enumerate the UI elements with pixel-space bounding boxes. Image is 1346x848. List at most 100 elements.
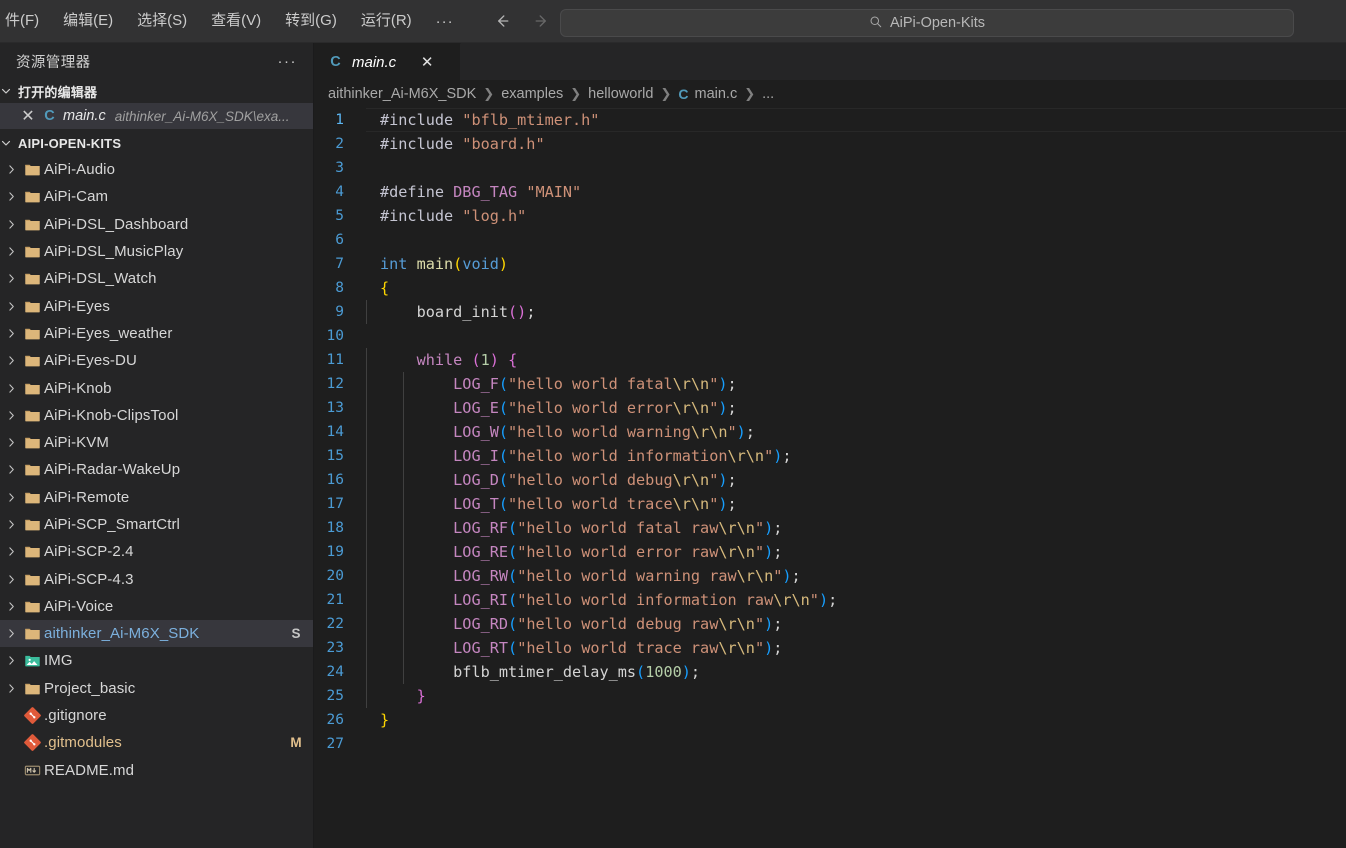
tree-item-aipi-eyes-weather[interactable]: AiPi-Eyes_weather xyxy=(0,320,313,347)
code-line[interactable]: 19 LOG_RE("hello world error raw\r\n"); xyxy=(314,540,1346,564)
code-line[interactable]: 24 bflb_mtimer_delay_ms(1000); xyxy=(314,660,1346,684)
vscode-window: 件(F) 编辑(E) 选择(S) 查看(V) 转到(G) 运行(R) ··· A… xyxy=(0,0,1346,848)
tree-item-img[interactable]: IMG xyxy=(0,647,313,674)
code-line[interactable]: 3 xyxy=(314,156,1346,180)
breadcrumb-item[interactable]: helloworld xyxy=(588,86,653,102)
folder-icon xyxy=(20,352,44,369)
tree-item-label: AiPi-Knob-ClipsTool xyxy=(44,406,179,424)
tree-item-aipi-eyes-du[interactable]: AiPi-Eyes-DU xyxy=(0,347,313,374)
breadcrumb-item[interactable]: ... xyxy=(762,86,774,102)
menu-overflow-icon[interactable]: ··· xyxy=(424,11,466,32)
code-token: \r\n xyxy=(773,591,810,609)
code-line[interactable]: 20 LOG_RW("hello world warning raw\r\n")… xyxy=(314,564,1346,588)
line-content: LOG_T("hello world trace\r\n"); xyxy=(366,492,737,516)
code-line[interactable]: 5 #include "log.h" xyxy=(314,204,1346,228)
code-token: \r\n xyxy=(718,639,755,657)
explorer-title: 资源管理器 xyxy=(16,54,91,71)
tab-close-icon[interactable]: ✕ xyxy=(417,53,437,71)
breadcrumb-item[interactable]: aithinker_Ai-M6X_SDK xyxy=(328,86,476,102)
menu-item-run[interactable]: 运行(R) xyxy=(350,7,423,35)
folder-icon xyxy=(20,216,44,233)
tree-item-aipi-dsl-watch[interactable]: AiPi-DSL_Watch xyxy=(0,265,313,292)
code-line[interactable]: 7 int main(void) xyxy=(314,252,1346,276)
arrow-left-icon[interactable] xyxy=(490,10,512,32)
tree-item-readme-md[interactable]: README.md xyxy=(0,757,313,784)
code-line[interactable]: 9 board_init(); xyxy=(314,300,1346,324)
code-line[interactable]: 23 LOG_RT("hello world trace raw\r\n"); xyxy=(314,636,1346,660)
code-token: ) xyxy=(773,447,783,465)
tree-item-project-basic[interactable]: Project_basic xyxy=(0,675,313,702)
line-content: LOG_RE("hello world error raw\r\n"); xyxy=(366,540,782,564)
breadcrumb-item[interactable]: examples xyxy=(501,86,563,102)
tree-item-aipi-knob-clipstool[interactable]: AiPi-Knob-ClipsTool xyxy=(0,402,313,429)
tree-item-aipi-knob[interactable]: AiPi-Knob xyxy=(0,374,313,401)
code-line[interactable]: 6 xyxy=(314,228,1346,252)
code-line[interactable]: 21 LOG_RI("hello world information raw\r… xyxy=(314,588,1346,612)
code-token: ) xyxy=(764,519,774,537)
tree-item-label: AiPi-Eyes xyxy=(44,297,110,315)
tree-item-gitmodules[interactable]: .gitmodules M xyxy=(0,729,313,756)
tree-item-aithinker-ai-m6x-sdk[interactable]: aithinker_Ai-M6X_SDK S xyxy=(0,620,313,648)
code-token: ( xyxy=(498,447,509,465)
tree-item-aipi-remote[interactable]: AiPi-Remote xyxy=(0,484,313,511)
tree-item-aipi-eyes[interactable]: AiPi-Eyes xyxy=(0,292,313,319)
breadcrumb-item[interactable]: main.c xyxy=(695,86,738,102)
menu-item-view[interactable]: 查看(V) xyxy=(200,7,272,35)
menu-item-selection[interactable]: 选择(S) xyxy=(126,7,198,35)
code-line[interactable]: 1 #include "bflb_mtimer.h" xyxy=(314,108,1346,132)
line-number: 2 xyxy=(335,136,344,152)
close-icon[interactable]: ✕ xyxy=(20,108,36,125)
code-token: ; xyxy=(773,519,783,537)
tree-item-aipi-kvm[interactable]: AiPi-KVM xyxy=(0,429,313,456)
code-token: ; xyxy=(828,591,838,609)
code-line[interactable]: 12 LOG_F("hello world fatal\r\n"); xyxy=(314,372,1346,396)
tree-item-aipi-scp-2-4[interactable]: AiPi-SCP-2.4 xyxy=(0,538,313,565)
search-icon xyxy=(869,15,883,32)
tree-item-aipi-radar-wakeup[interactable]: AiPi-Radar-WakeUp xyxy=(0,456,313,483)
tree-item-gitignore[interactable]: .gitignore xyxy=(0,702,313,729)
code-line[interactable]: 26} xyxy=(314,708,1346,732)
code-line[interactable]: 13 LOG_E("hello world error\r\n"); xyxy=(314,396,1346,420)
tree-item-aipi-audio[interactable]: AiPi-Audio xyxy=(0,156,313,183)
tree-item-aipi-dsl-dashboard[interactable]: AiPi-DSL_Dashboard xyxy=(0,211,313,238)
code-line[interactable]: 8{ xyxy=(314,276,1346,300)
code-line[interactable]: 2 #include "board.h" xyxy=(314,132,1346,156)
code-line[interactable]: 27 xyxy=(314,732,1346,756)
tree-item-aipi-cam[interactable]: AiPi-Cam xyxy=(0,183,313,210)
line-number: 19 xyxy=(326,544,344,560)
file-tree: AiPi-Audio AiPi-Cam AiPi-DSL_Dashboard AiPi… xyxy=(0,155,313,848)
menu-item-go[interactable]: 转到(G) xyxy=(274,7,348,35)
code-token: ( xyxy=(453,255,463,273)
tree-item-aipi-dsl-musicplay[interactable]: AiPi-DSL_MusicPlay xyxy=(0,238,313,265)
code-token: ( xyxy=(498,399,509,417)
code-line[interactable]: 18 LOG_RF("hello world fatal raw\r\n"); xyxy=(314,516,1346,540)
open-editors-header[interactable]: 打开的编辑器 xyxy=(0,79,313,103)
tree-item-aipi-scp-4-3[interactable]: AiPi-SCP-4.3 xyxy=(0,565,313,592)
explorer-actions-icon[interactable]: ··· xyxy=(274,53,302,70)
command-center[interactable]: AiPi-Open-Kits xyxy=(560,9,1294,37)
code-line[interactable]: 16 LOG_D("hello world debug\r\n"); xyxy=(314,468,1346,492)
code-editor[interactable]: 1 #include "bflb_mtimer.h" 2 #include "boar… xyxy=(314,108,1346,848)
code-token: " xyxy=(764,447,774,465)
line-content: bflb_mtimer_delay_ms(1000); xyxy=(366,660,700,684)
code-line[interactable]: 15 LOG_I("hello world information\r\n"); xyxy=(314,444,1346,468)
line-number: 13 xyxy=(326,400,344,416)
arrow-right-icon[interactable] xyxy=(532,10,554,32)
code-line[interactable]: 11 while (1) { xyxy=(314,348,1346,372)
tree-item-aipi-voice[interactable]: AiPi-Voice xyxy=(0,593,313,620)
tree-item-aipi-scp-smartctrl[interactable]: AiPi-SCP_SmartCtrl xyxy=(0,511,313,538)
menu-item-edit[interactable]: 编辑(E) xyxy=(52,7,124,35)
workspace-folder-header[interactable]: AIPI-OPEN-KITS xyxy=(0,131,313,155)
line-number: 24 xyxy=(326,664,344,680)
menu-item-file[interactable]: 件(F) xyxy=(1,7,50,35)
line-number: 26 xyxy=(326,712,344,728)
line-content: #include "board.h" xyxy=(366,132,545,156)
open-editor-item-main-c[interactable]: ✕ C main.c aithinker_Ai-M6X_SDK\exa... xyxy=(0,103,313,129)
code-line[interactable]: 14 LOG_W("hello world warning\r\n"); xyxy=(314,420,1346,444)
code-line[interactable]: 25 } xyxy=(314,684,1346,708)
code-line[interactable]: 17 LOG_T("hello world trace\r\n"); xyxy=(314,492,1346,516)
code-line[interactable]: 4 #define DBG_TAG "MAIN" xyxy=(314,180,1346,204)
code-line[interactable]: 22 LOG_RD("hello world debug raw\r\n"); xyxy=(314,612,1346,636)
code-line[interactable]: 10 xyxy=(314,324,1346,348)
tab-main-c[interactable]: C main.c ✕ xyxy=(314,43,461,80)
